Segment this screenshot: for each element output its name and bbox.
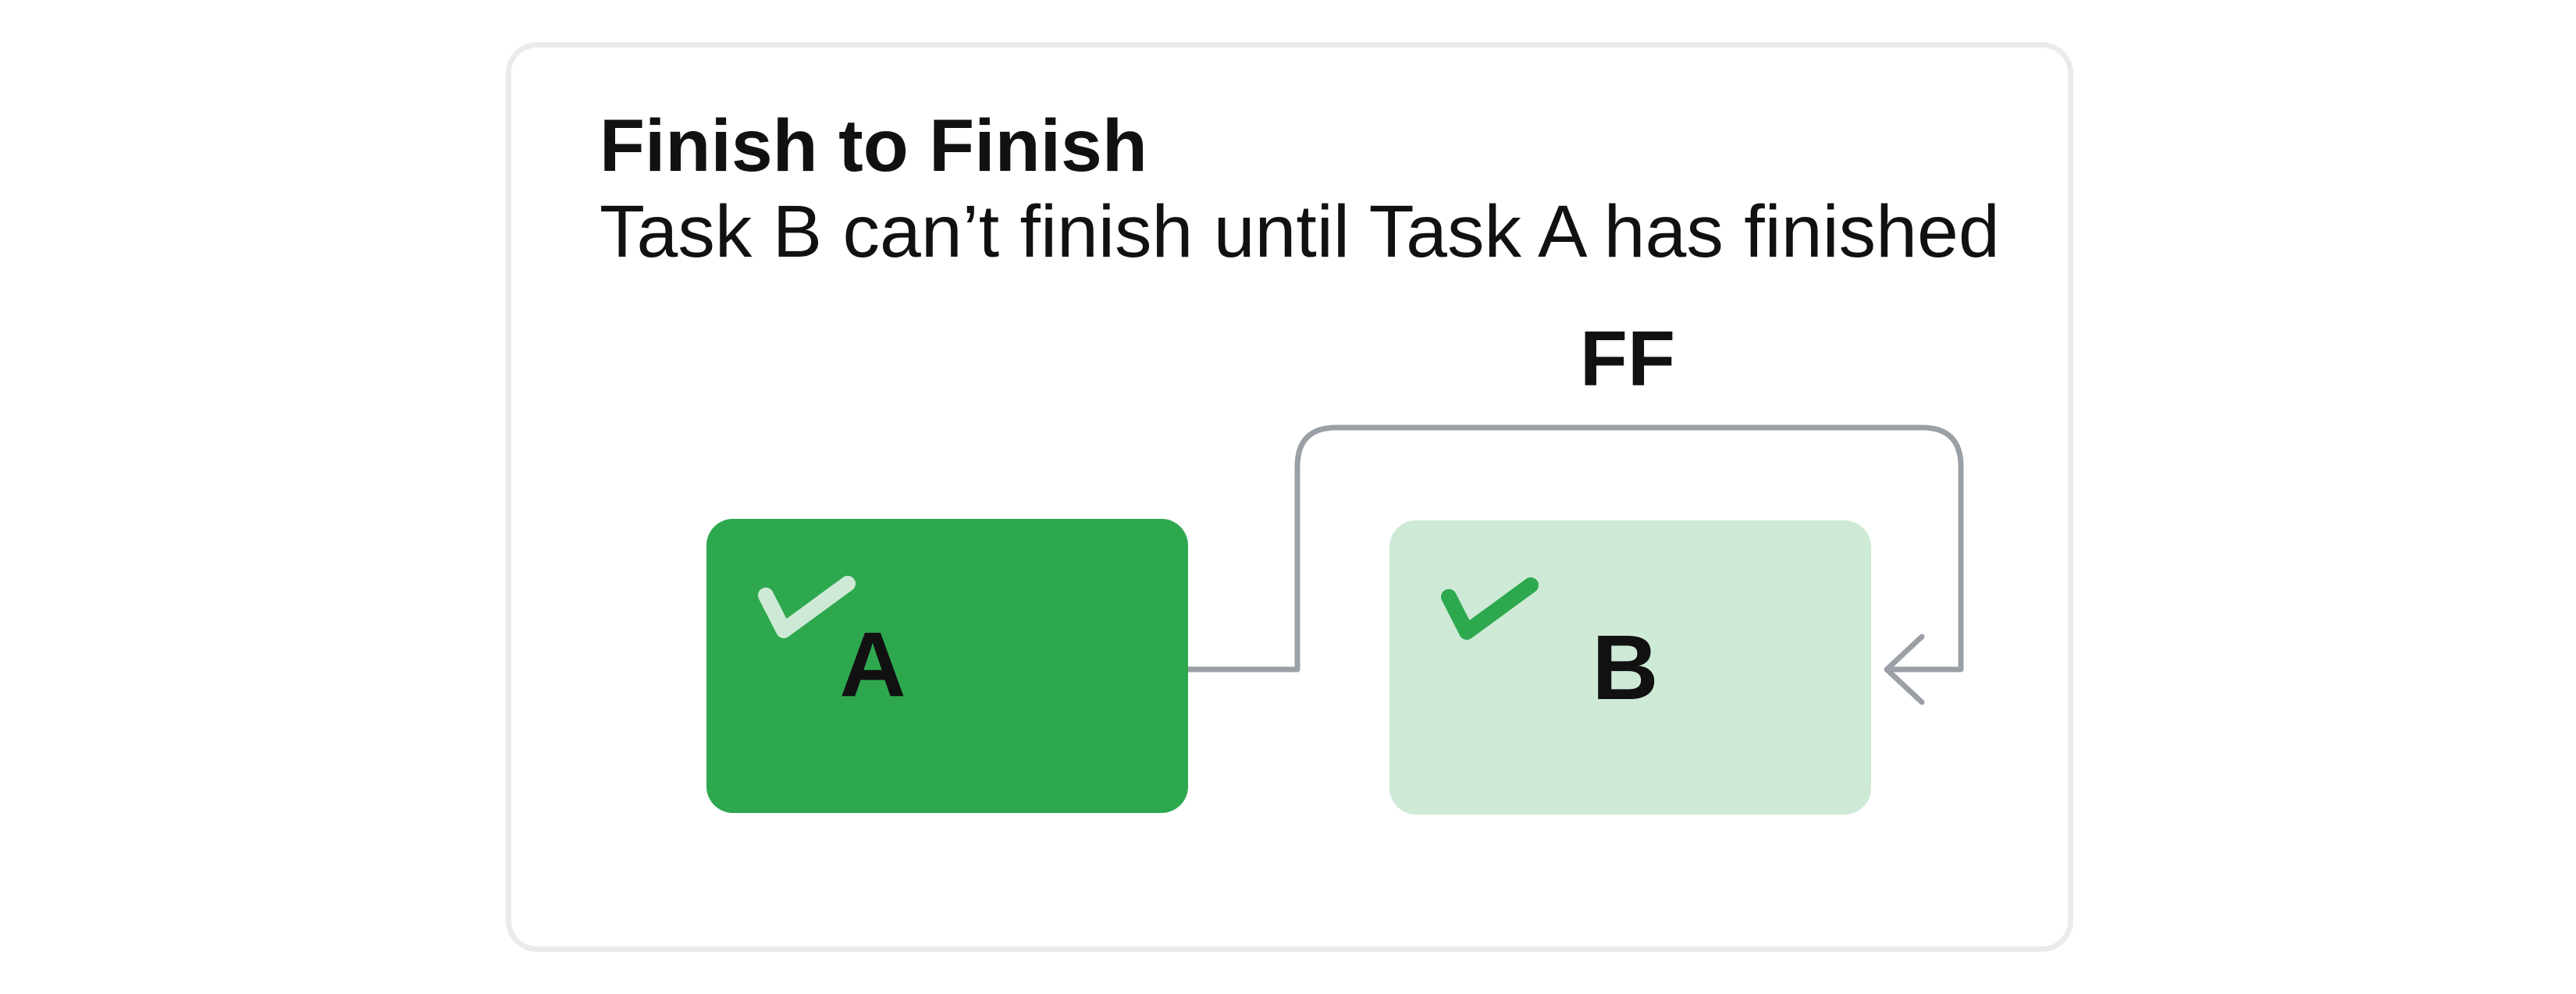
link-type-label: FF	[1579, 315, 1676, 403]
task-a-box: A	[706, 519, 1188, 813]
task-b-label: B	[1592, 616, 1659, 719]
task-b-box: B	[1389, 520, 1871, 815]
diagram-subtitle: Task B can’t finish until Task A has fin…	[600, 190, 2000, 273]
diagram-title: Finish to Finish	[600, 105, 1147, 187]
check-icon	[1441, 577, 1539, 640]
task-a-label: A	[839, 613, 906, 716]
